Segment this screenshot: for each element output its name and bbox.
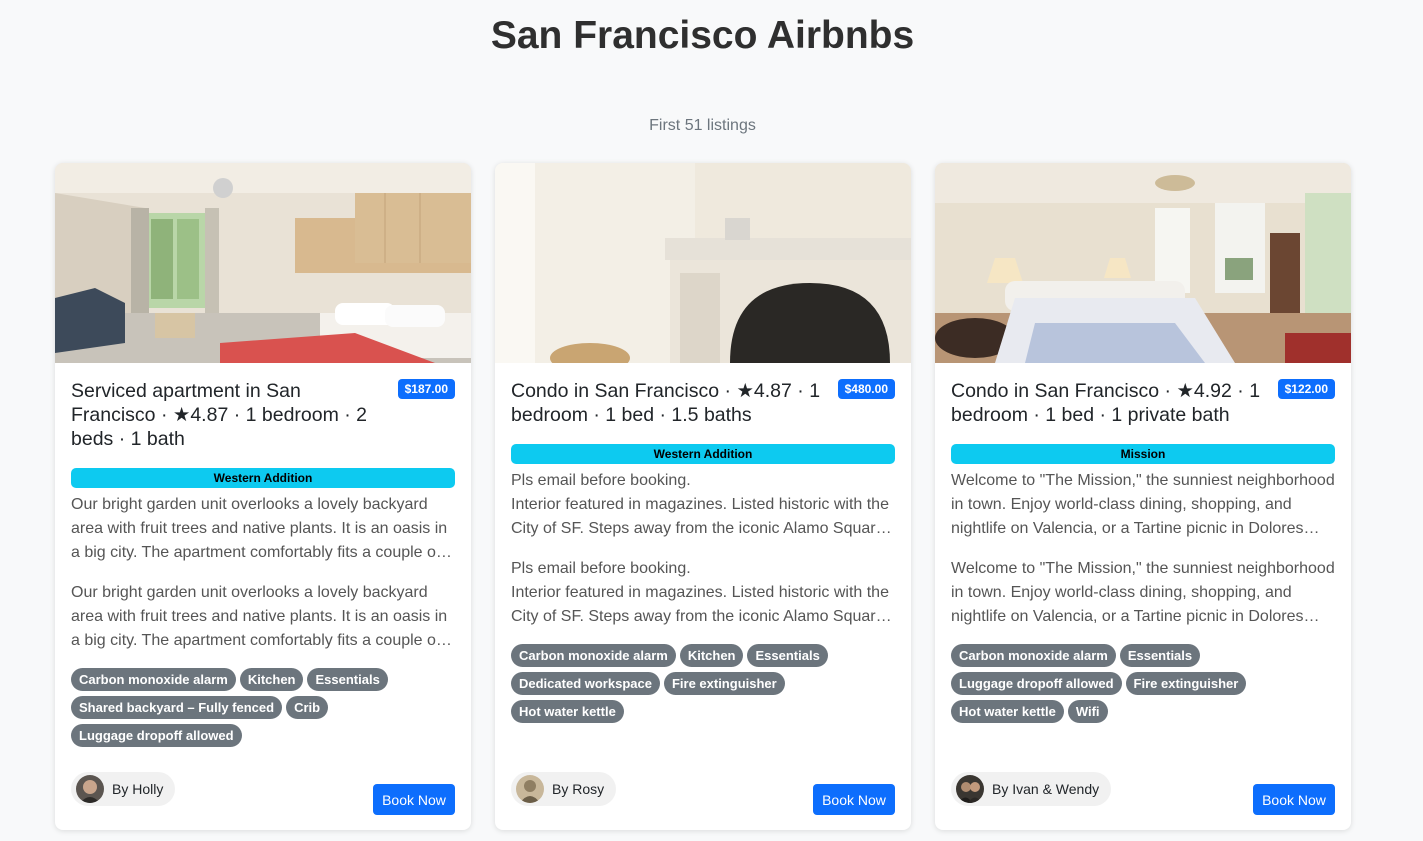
neighborhood-badge: Western Addition bbox=[71, 468, 455, 488]
host-chip[interactable]: By Holly bbox=[71, 772, 176, 806]
card-body: Serviced apartment in San Francisco · ★4… bbox=[71, 379, 455, 747]
host-avatar bbox=[956, 775, 984, 803]
page-subtitle: First 51 listings bbox=[649, 117, 756, 134]
amenity-badge: Carbon monoxide alarm bbox=[951, 644, 1116, 667]
card-body: Condo in San Francisco · ★4.87 · 1 bedro… bbox=[511, 379, 895, 723]
listing-card[interactable]: Condo in San Francisco · ★4.92 · 1 bedro… bbox=[935, 163, 1351, 830]
amenity-badge: Kitchen bbox=[679, 644, 744, 667]
amenity-badge: Hot water kettle bbox=[951, 700, 1064, 723]
host-name: By Rosy bbox=[552, 781, 605, 797]
listing-card[interactable]: Condo in San Francisco · ★4.87 · 1 bedro… bbox=[495, 163, 911, 830]
book-now-button[interactable]: Book Now bbox=[813, 784, 895, 815]
amenity-badge: Essentials bbox=[747, 644, 828, 667]
listing-photo[interactable] bbox=[935, 163, 1351, 363]
amenity-badge: Fire extinguisher bbox=[663, 672, 785, 695]
amenity-list: Carbon monoxide alarm Kitchen Essentials… bbox=[511, 644, 895, 723]
page-title: San Francisco Airbnbs bbox=[490, 14, 915, 57]
listing-description: Welcome to "The Mission," the sunniest n… bbox=[951, 472, 1335, 537]
amenity-badge: Essentials bbox=[307, 668, 388, 691]
amenity-badge: Hot water kettle bbox=[511, 700, 624, 723]
listing-description-full: Pls email before booking. Interior featu… bbox=[511, 560, 889, 625]
host-name: By Ivan & Wendy bbox=[992, 781, 1100, 797]
listing-photo[interactable] bbox=[495, 163, 911, 363]
listing-description: Pls email before booking. Interior featu… bbox=[511, 472, 889, 537]
book-now-button[interactable]: Book Now bbox=[373, 784, 455, 815]
amenity-badge: Carbon monoxide alarm bbox=[71, 668, 236, 691]
host-chip[interactable]: By Rosy bbox=[511, 772, 617, 806]
listing-photo[interactable] bbox=[55, 163, 471, 363]
neighborhood-badge: Mission bbox=[951, 444, 1335, 464]
amenity-list: Carbon monoxide alarm Kitchen Essentials… bbox=[71, 668, 455, 747]
amenity-badge: Essentials bbox=[1119, 644, 1201, 667]
listing-description: Our bright garden unit overlooks a lovel… bbox=[71, 496, 448, 561]
amenity-badge: Wifi bbox=[1067, 700, 1108, 723]
listing-card[interactable]: Serviced apartment in San Francisco · ★4… bbox=[55, 163, 471, 830]
amenity-badge: Kitchen bbox=[239, 668, 304, 691]
amenity-badge: Luggage dropoff allowed bbox=[71, 724, 242, 747]
host-name: By Holly bbox=[112, 781, 164, 797]
amenity-badge: Carbon monoxide alarm bbox=[511, 644, 676, 667]
card-body: Condo in San Francisco · ★4.92 · 1 bedro… bbox=[951, 379, 1335, 723]
host-chip[interactable]: By Ivan & Wendy bbox=[951, 772, 1112, 806]
amenity-badge: Fire extinguisher bbox=[1125, 672, 1247, 695]
neighborhood-badge: Western Addition bbox=[511, 444, 895, 464]
host-avatar bbox=[76, 775, 104, 803]
book-now-button[interactable]: Book Now bbox=[1253, 784, 1335, 815]
listing-grid: Serviced apartment in San Francisco · ★4… bbox=[55, 163, 1355, 841]
amenity-list: Carbon monoxide alarm Essentials Luggage… bbox=[951, 644, 1335, 723]
amenity-badge: Luggage dropoff allowed bbox=[951, 672, 1122, 695]
price-badge: $187.00 bbox=[397, 379, 455, 399]
price-badge: $122.00 bbox=[1277, 379, 1335, 399]
listing-description-full: Our bright garden unit overlooks a lovel… bbox=[71, 584, 448, 649]
amenity-badge: Dedicated workspace bbox=[511, 672, 660, 695]
host-avatar bbox=[516, 775, 544, 803]
amenity-badge: Crib bbox=[286, 696, 329, 719]
page: San Francisco Airbnbs First 51 listings bbox=[0, 0, 1423, 841]
listing-description-full: Welcome to "The Mission," the sunniest n… bbox=[951, 560, 1335, 625]
price-badge: $480.00 bbox=[837, 379, 895, 399]
amenity-badge: Shared backyard – Fully fenced bbox=[71, 696, 283, 719]
